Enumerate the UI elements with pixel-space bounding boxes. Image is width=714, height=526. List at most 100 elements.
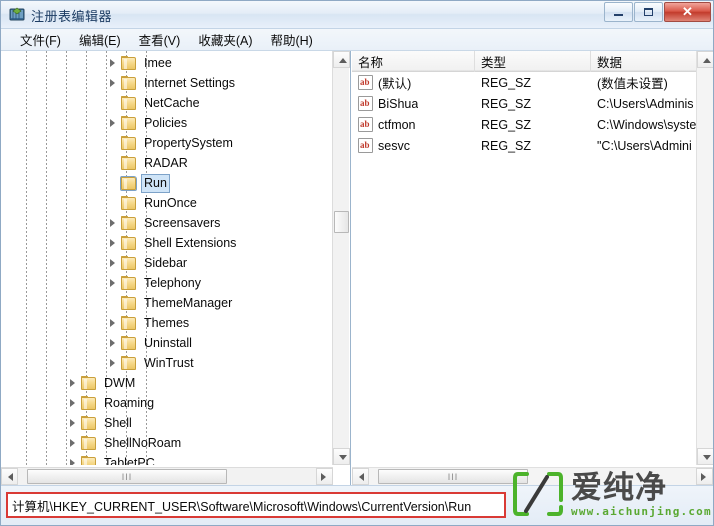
string-value-icon bbox=[358, 117, 373, 132]
tree-scroll-thumb[interactable] bbox=[334, 211, 349, 233]
folder-icon bbox=[80, 375, 98, 391]
tree-node-label: RunOnce bbox=[144, 195, 197, 210]
menu-favorites[interactable]: 收藏夹(A) bbox=[189, 28, 261, 51]
folder-icon bbox=[120, 335, 138, 351]
expand-arrow-icon[interactable] bbox=[66, 393, 80, 413]
tree-node-shell[interactable]: Shell bbox=[1, 413, 333, 433]
values-scroll-down-button[interactable] bbox=[697, 448, 713, 465]
minimize-button[interactable] bbox=[604, 2, 633, 22]
column-data[interactable]: 数据 bbox=[591, 51, 713, 72]
tree-node-label: Screensavers bbox=[144, 215, 221, 230]
aichunjing-logo-icon bbox=[513, 472, 563, 516]
tree-node-uninstall[interactable]: Uninstall bbox=[1, 333, 333, 353]
values-scroll-left-button[interactable] bbox=[352, 468, 369, 485]
expand-arrow-icon[interactable] bbox=[106, 213, 120, 233]
tree-node-wintrust[interactable]: WinTrust bbox=[1, 353, 333, 373]
expand-arrow-icon[interactable] bbox=[66, 413, 80, 433]
expand-arrow-icon[interactable] bbox=[106, 313, 120, 333]
tree-scroll-right-button[interactable] bbox=[316, 468, 333, 485]
folder-icon bbox=[80, 455, 98, 465]
expand-arrow-icon[interactable] bbox=[106, 73, 120, 93]
close-button[interactable]: ✕ bbox=[664, 2, 711, 22]
folder-icon bbox=[120, 155, 138, 171]
tree-node-screensavers[interactable]: Screensavers bbox=[1, 213, 333, 233]
tree-scroll-up-button[interactable] bbox=[333, 51, 350, 68]
tree-node-label: WinTrust bbox=[144, 355, 194, 370]
tree-node-tabletpc[interactable]: TabletPC bbox=[1, 453, 333, 465]
tree-node-label: Run bbox=[141, 173, 170, 193]
column-type[interactable]: 类型 bbox=[475, 51, 591, 72]
tree-node-themes[interactable]: Themes bbox=[1, 313, 333, 333]
tree-node-policies[interactable]: Policies bbox=[1, 113, 333, 133]
tree-node-label: Policies bbox=[144, 115, 188, 130]
value-name: ctfmon bbox=[378, 117, 416, 132]
expand-arrow-icon[interactable] bbox=[106, 253, 120, 273]
tree-node-runonce[interactable]: RunOnce bbox=[1, 193, 333, 213]
expand-arrow-icon[interactable] bbox=[66, 433, 80, 453]
tree-node-sidebar[interactable]: Sidebar bbox=[1, 253, 333, 273]
tree-node-imee[interactable]: Imee bbox=[1, 53, 333, 73]
folder-icon bbox=[80, 415, 98, 431]
current-key-path: 计算机\HKEY_CURRENT_USER\Software\Microsoft… bbox=[6, 492, 506, 518]
tree-node-netcache[interactable]: NetCache bbox=[1, 93, 333, 113]
column-name[interactable]: 名称 bbox=[352, 51, 475, 72]
values-scroll-up-button[interactable] bbox=[697, 51, 713, 68]
tree-node-run[interactable]: Run bbox=[1, 173, 333, 193]
tree-node-radar[interactable]: RADAR bbox=[1, 153, 333, 173]
tree-node-internet-settings[interactable]: Internet Settings bbox=[1, 73, 333, 93]
values-list[interactable]: (默认)REG_SZ(数值未设置)BiShuaREG_SZC:\Users\Ad… bbox=[352, 72, 713, 156]
tree-scroll-down-button[interactable] bbox=[333, 448, 350, 465]
menu-edit[interactable]: 编辑(E) bbox=[70, 28, 130, 51]
value-type: REG_SZ bbox=[481, 117, 532, 132]
value-name: (默认) bbox=[378, 77, 412, 91]
expand-arrow-icon[interactable] bbox=[66, 373, 80, 393]
expand-arrow-icon[interactable] bbox=[106, 273, 120, 293]
folder-icon bbox=[120, 115, 138, 131]
menu-file[interactable]: 文件(F) bbox=[11, 28, 70, 51]
expand-arrow-icon[interactable] bbox=[106, 113, 120, 133]
folder-icon bbox=[120, 195, 138, 211]
values-hscroll-thumb[interactable]: III bbox=[378, 469, 528, 484]
menu-view[interactable]: 查看(V) bbox=[130, 28, 190, 51]
chevron-left-icon bbox=[359, 473, 364, 481]
tree-node-dwm[interactable]: DWM bbox=[1, 373, 333, 393]
values-vertical-scrollbar[interactable] bbox=[696, 51, 713, 465]
tree-node-thememanager[interactable]: ThemeManager bbox=[1, 293, 333, 313]
tree-node-shell-extensions[interactable]: Shell Extensions bbox=[1, 233, 333, 253]
expand-arrow-icon[interactable] bbox=[106, 53, 120, 73]
value-row[interactable]: BiShuaREG_SZC:\Users\Adminis bbox=[352, 93, 713, 114]
tree-node-telephony[interactable]: Telephony bbox=[1, 273, 333, 293]
expand-arrow-icon[interactable] bbox=[106, 333, 120, 353]
site-watermark: 爱纯净 www.aichunjing.com bbox=[511, 465, 711, 523]
tree-node-label: Telephony bbox=[144, 275, 201, 290]
chevron-down-icon bbox=[703, 455, 711, 460]
expand-arrow-icon[interactable] bbox=[106, 233, 120, 253]
registry-tree[interactable]: Imee Internet Settings NetCache Policies Pro… bbox=[1, 51, 333, 465]
folder-icon bbox=[120, 235, 138, 251]
string-value-icon bbox=[358, 96, 373, 111]
tree-node-propertysystem[interactable]: PropertySystem bbox=[1, 133, 333, 153]
tree-vertical-scrollbar[interactable] bbox=[332, 51, 350, 465]
scroll-grip: III bbox=[447, 471, 459, 482]
expand-arrow-icon[interactable] bbox=[66, 453, 80, 465]
tree-hscroll-thumb[interactable]: III bbox=[27, 469, 227, 484]
tree-horizontal-scrollbar[interactable]: III bbox=[1, 467, 333, 485]
folder-icon bbox=[80, 435, 98, 451]
registry-editor-icon bbox=[9, 7, 25, 21]
tree-scroll-left-button[interactable] bbox=[1, 468, 18, 485]
title-bar: 注册表编辑器 ✕ bbox=[1, 1, 713, 29]
value-row[interactable]: (默认)REG_SZ(数值未设置) bbox=[352, 72, 713, 93]
tree-node-roaming[interactable]: Roaming bbox=[1, 393, 333, 413]
tree-node-label: ThemeManager bbox=[144, 295, 233, 310]
value-row[interactable]: ctfmonREG_SZC:\Windows\syste bbox=[352, 114, 713, 135]
menu-help[interactable]: 帮助(H) bbox=[261, 28, 321, 51]
watermark-text: 爱纯净 www.aichunjing.com bbox=[571, 471, 712, 518]
maximize-button[interactable] bbox=[634, 2, 663, 22]
value-row[interactable]: sesvcREG_SZ"C:\Users\Admini bbox=[352, 135, 713, 156]
tree-node-label: Sidebar bbox=[144, 255, 188, 270]
tree-node-shellnoroam[interactable]: ShellNoRoam bbox=[1, 433, 333, 453]
folder-icon bbox=[120, 135, 138, 151]
expand-arrow-icon[interactable] bbox=[106, 353, 120, 373]
